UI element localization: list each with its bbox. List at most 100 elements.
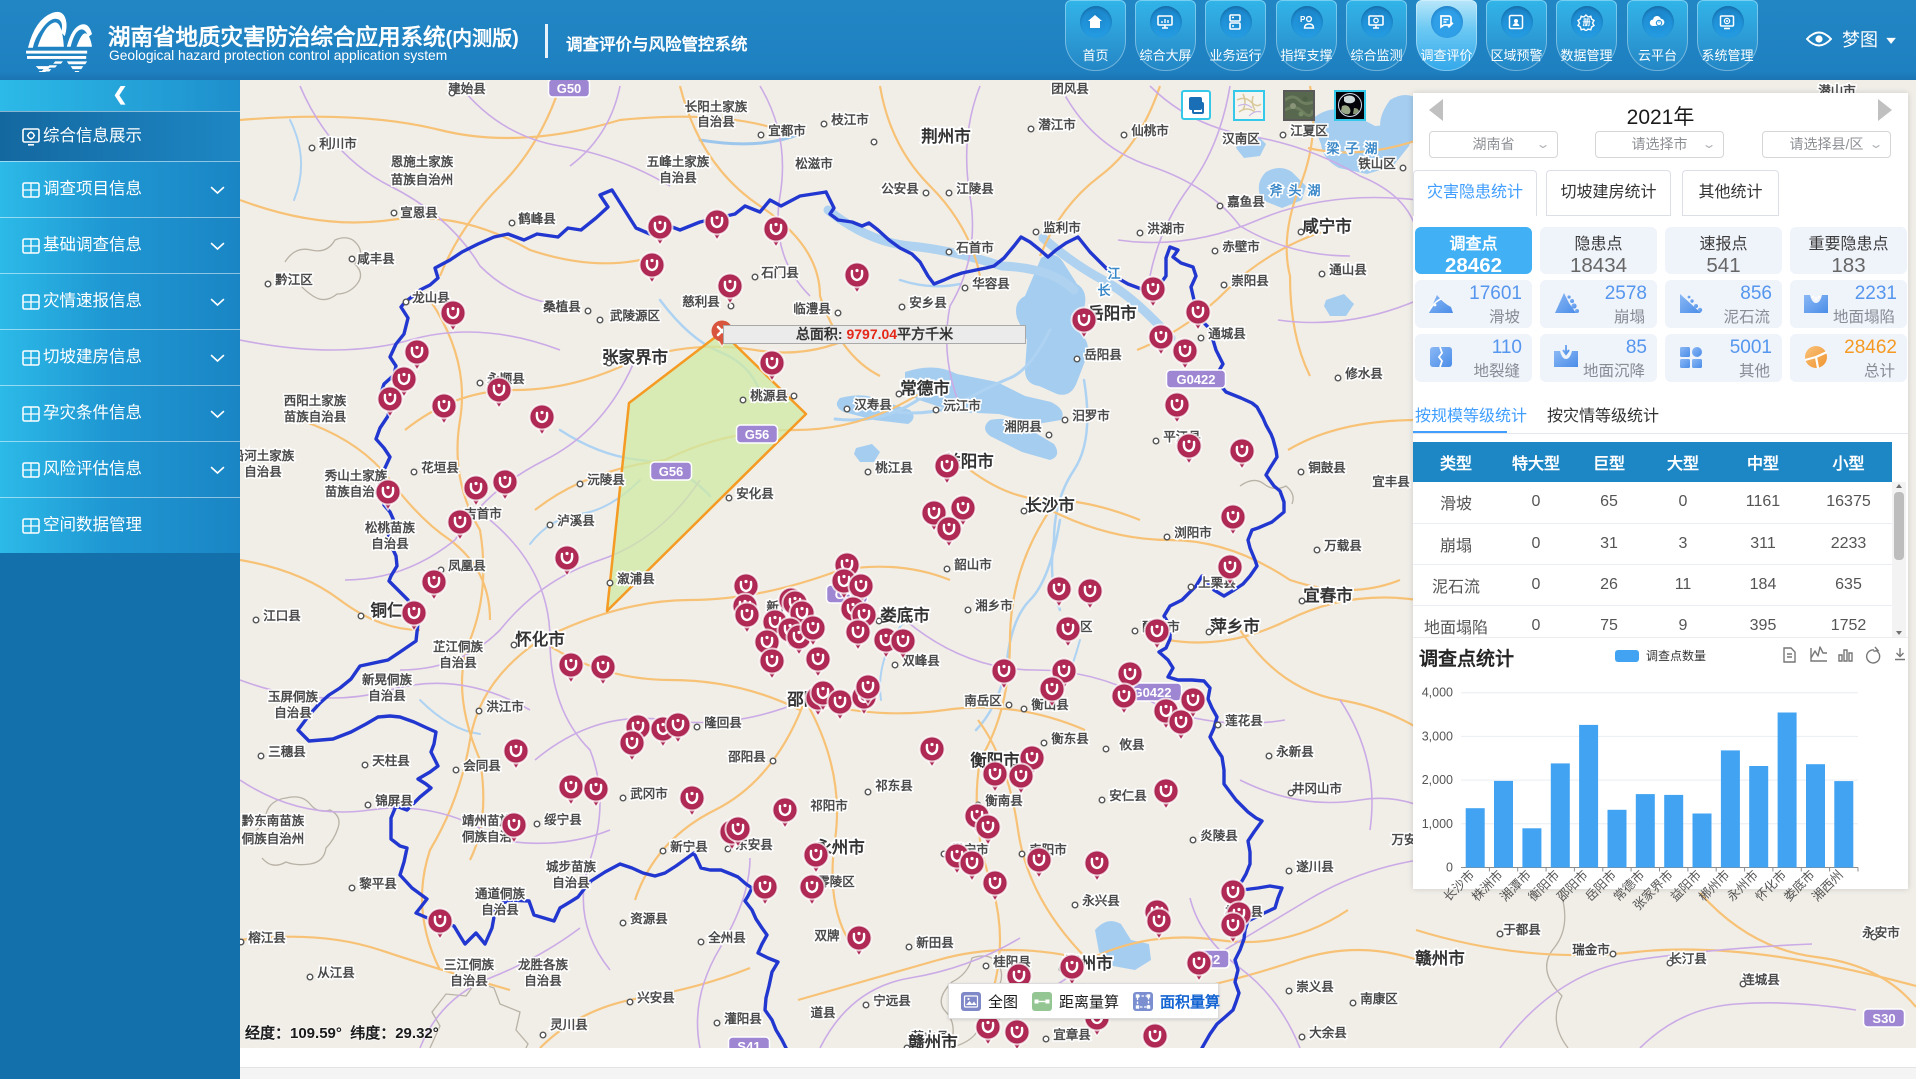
svg-text:永兴县: 永兴县 [1081,893,1120,908]
svg-text:自治县: 自治县 [481,902,519,917]
svg-text:从江县: 从江县 [317,965,355,980]
svg-text:监利市: 监利市 [1043,220,1081,235]
svg-text:咸丰县: 咸丰县 [357,251,395,266]
svg-text:榕江县: 榕江县 [248,930,286,945]
svg-text:岳阳县: 岳阳县 [1084,347,1122,362]
svg-text:1,000: 1,000 [1422,817,1453,831]
svg-text:沿河土家族: 沿河土家族 [240,448,295,463]
svg-text:南康区: 南康区 [1360,991,1398,1006]
svg-text:宁远县: 宁远县 [873,993,911,1008]
svg-text:自治县: 自治县 [274,705,312,720]
svg-text:邵阳市: 邵阳市 [1554,867,1591,904]
svg-text:自治县: 自治县 [450,973,488,988]
svg-text:桃源县: 桃源县 [750,388,788,403]
svg-text:宜丰县: 宜丰县 [1372,474,1410,489]
svg-text:松滋市: 松滋市 [795,156,833,171]
svg-text:恩施土家族: 恩施土家族 [391,154,454,169]
svg-text:井冈山市: 井冈山市 [1292,781,1343,796]
svg-text:石首市: 石首市 [955,240,994,255]
svg-text:自治县: 自治县 [552,875,590,890]
svg-text:新宁县: 新宁县 [670,839,708,854]
svg-text:通道侗族: 通道侗族 [475,886,526,901]
svg-text:斧头湖: 斧头湖 [1269,183,1326,198]
svg-text:仙桃市: 仙桃市 [1131,123,1169,138]
svg-text:会同县: 会同县 [463,758,501,773]
svg-text:武冈市: 武冈市 [630,786,668,801]
svg-text:衡东县: 衡东县 [1051,731,1089,746]
svg-text:沅陵县: 沅陵县 [587,472,625,487]
svg-text:自治县: 自治县 [368,688,406,703]
svg-text:0: 0 [1446,861,1453,875]
svg-text:瑞金市: 瑞金市 [1572,942,1610,957]
svg-text:P: P [1300,15,1306,24]
svg-text:自治县: 自治县 [697,114,735,129]
svg-text:衡阳市: 衡阳市 [1525,867,1562,904]
svg-text:西阳土家族: 西阳土家族 [284,393,347,408]
svg-text:通城县: 通城县 [1208,326,1246,341]
svg-text:沅江市: 沅江市 [943,398,981,413]
svg-text:大余县: 大余县 [1309,1025,1347,1040]
svg-text:湘潭市: 湘潭市 [1497,867,1534,904]
svg-text:全州县: 全州县 [707,930,746,945]
svg-text:湘阴县: 湘阴县 [1004,419,1042,434]
svg-text:自治县: 自治县 [524,973,562,988]
svg-text:灵川县: 灵川县 [550,1017,588,1032]
svg-text:怀化市: 怀化市 [1752,867,1789,904]
svg-text:苗族自治县: 苗族自治县 [284,409,347,424]
svg-text:祁阳市: 祁阳市 [810,798,848,813]
svg-text:双牌: 双牌 [813,928,840,943]
svg-text:汨罗市: 汨罗市 [1072,408,1110,423]
svg-text:武陵源区: 武陵源区 [610,308,661,323]
svg-text:铜鼓县: 铜鼓县 [1308,460,1346,475]
svg-text:株洲市: 株洲市 [1468,867,1505,904]
svg-text:攸县: 攸县 [1118,737,1145,752]
svg-text:洪湖市: 洪湖市 [1147,221,1185,236]
svg-text:娄底市: 娄底市 [880,605,930,625]
svg-text:泸溪县: 泸溪县 [557,513,595,528]
svg-text:宣恩县: 宣恩县 [400,205,438,220]
svg-text:祁东县: 祁东县 [875,778,913,793]
svg-text:荆州市: 荆州市 [921,126,971,146]
svg-text:铁山区: 铁山区 [1358,156,1396,171]
svg-text:邵阳县: 邵阳县 [727,749,766,764]
svg-text:崇义县: 崇义县 [1296,979,1334,994]
svg-text:汉南区: 汉南区 [1222,131,1260,146]
svg-text:龙胜各族: 龙胜各族 [517,957,569,972]
svg-text:五峰土家族: 五峰土家族 [647,154,710,169]
svg-text:S30: S30 [1872,1011,1895,1026]
svg-text:枝江市: 枝江市 [830,112,869,127]
svg-text:松桃苗族: 松桃苗族 [365,520,416,535]
svg-text:侗族自治州: 侗族自治州 [241,831,305,846]
svg-text:秀山土家族: 秀山土家族 [324,468,388,483]
svg-text:宜都市: 宜都市 [768,123,806,138]
svg-text:溆浦县: 溆浦县 [617,571,655,586]
svg-text:华容县: 华容县 [972,276,1010,291]
svg-text:江夏区: 江夏区 [1290,123,1328,138]
svg-text:长阳土家族: 长阳土家族 [685,99,748,114]
svg-text:潜江市: 潜江市 [1038,117,1076,132]
svg-text:黔东南苗族: 黔东南苗族 [242,813,305,828]
svg-text:莲花县: 莲花县 [1225,713,1263,728]
svg-text:长: 长 [1097,283,1116,298]
svg-text:新晃侗族: 新晃侗族 [362,672,413,687]
svg-text:新田县: 新田县 [916,935,954,950]
svg-text:安化县: 安化县 [736,486,774,501]
svg-text:宜春市: 宜春市 [1303,585,1353,605]
svg-text:衡南县: 衡南县 [985,793,1023,808]
svg-text:天柱县: 天柱县 [372,753,410,768]
svg-text:铜仁: 铜仁 [371,600,405,620]
svg-text:道县: 道县 [810,1005,836,1020]
svg-text:双峰县: 双峰县 [901,653,940,668]
svg-text:永新县: 永新县 [1275,744,1314,759]
svg-text:桑植县: 桑植县 [542,299,581,314]
svg-text:G56: G56 [659,464,684,479]
svg-text:三江侗族: 三江侗族 [444,957,495,972]
svg-text:兴安县: 兴安县 [637,990,675,1005]
svg-text:团风县: 团风县 [1051,82,1089,96]
svg-text:临澧县: 临澧县 [793,301,831,316]
svg-text:赤壁市: 赤壁市 [1222,239,1260,254]
svg-text:自治县: 自治县 [244,464,282,479]
svg-text:三穗县: 三穗县 [268,744,306,759]
svg-text:长汀县: 长汀县 [1669,951,1707,966]
svg-text:万载县: 万载县 [1323,538,1362,553]
